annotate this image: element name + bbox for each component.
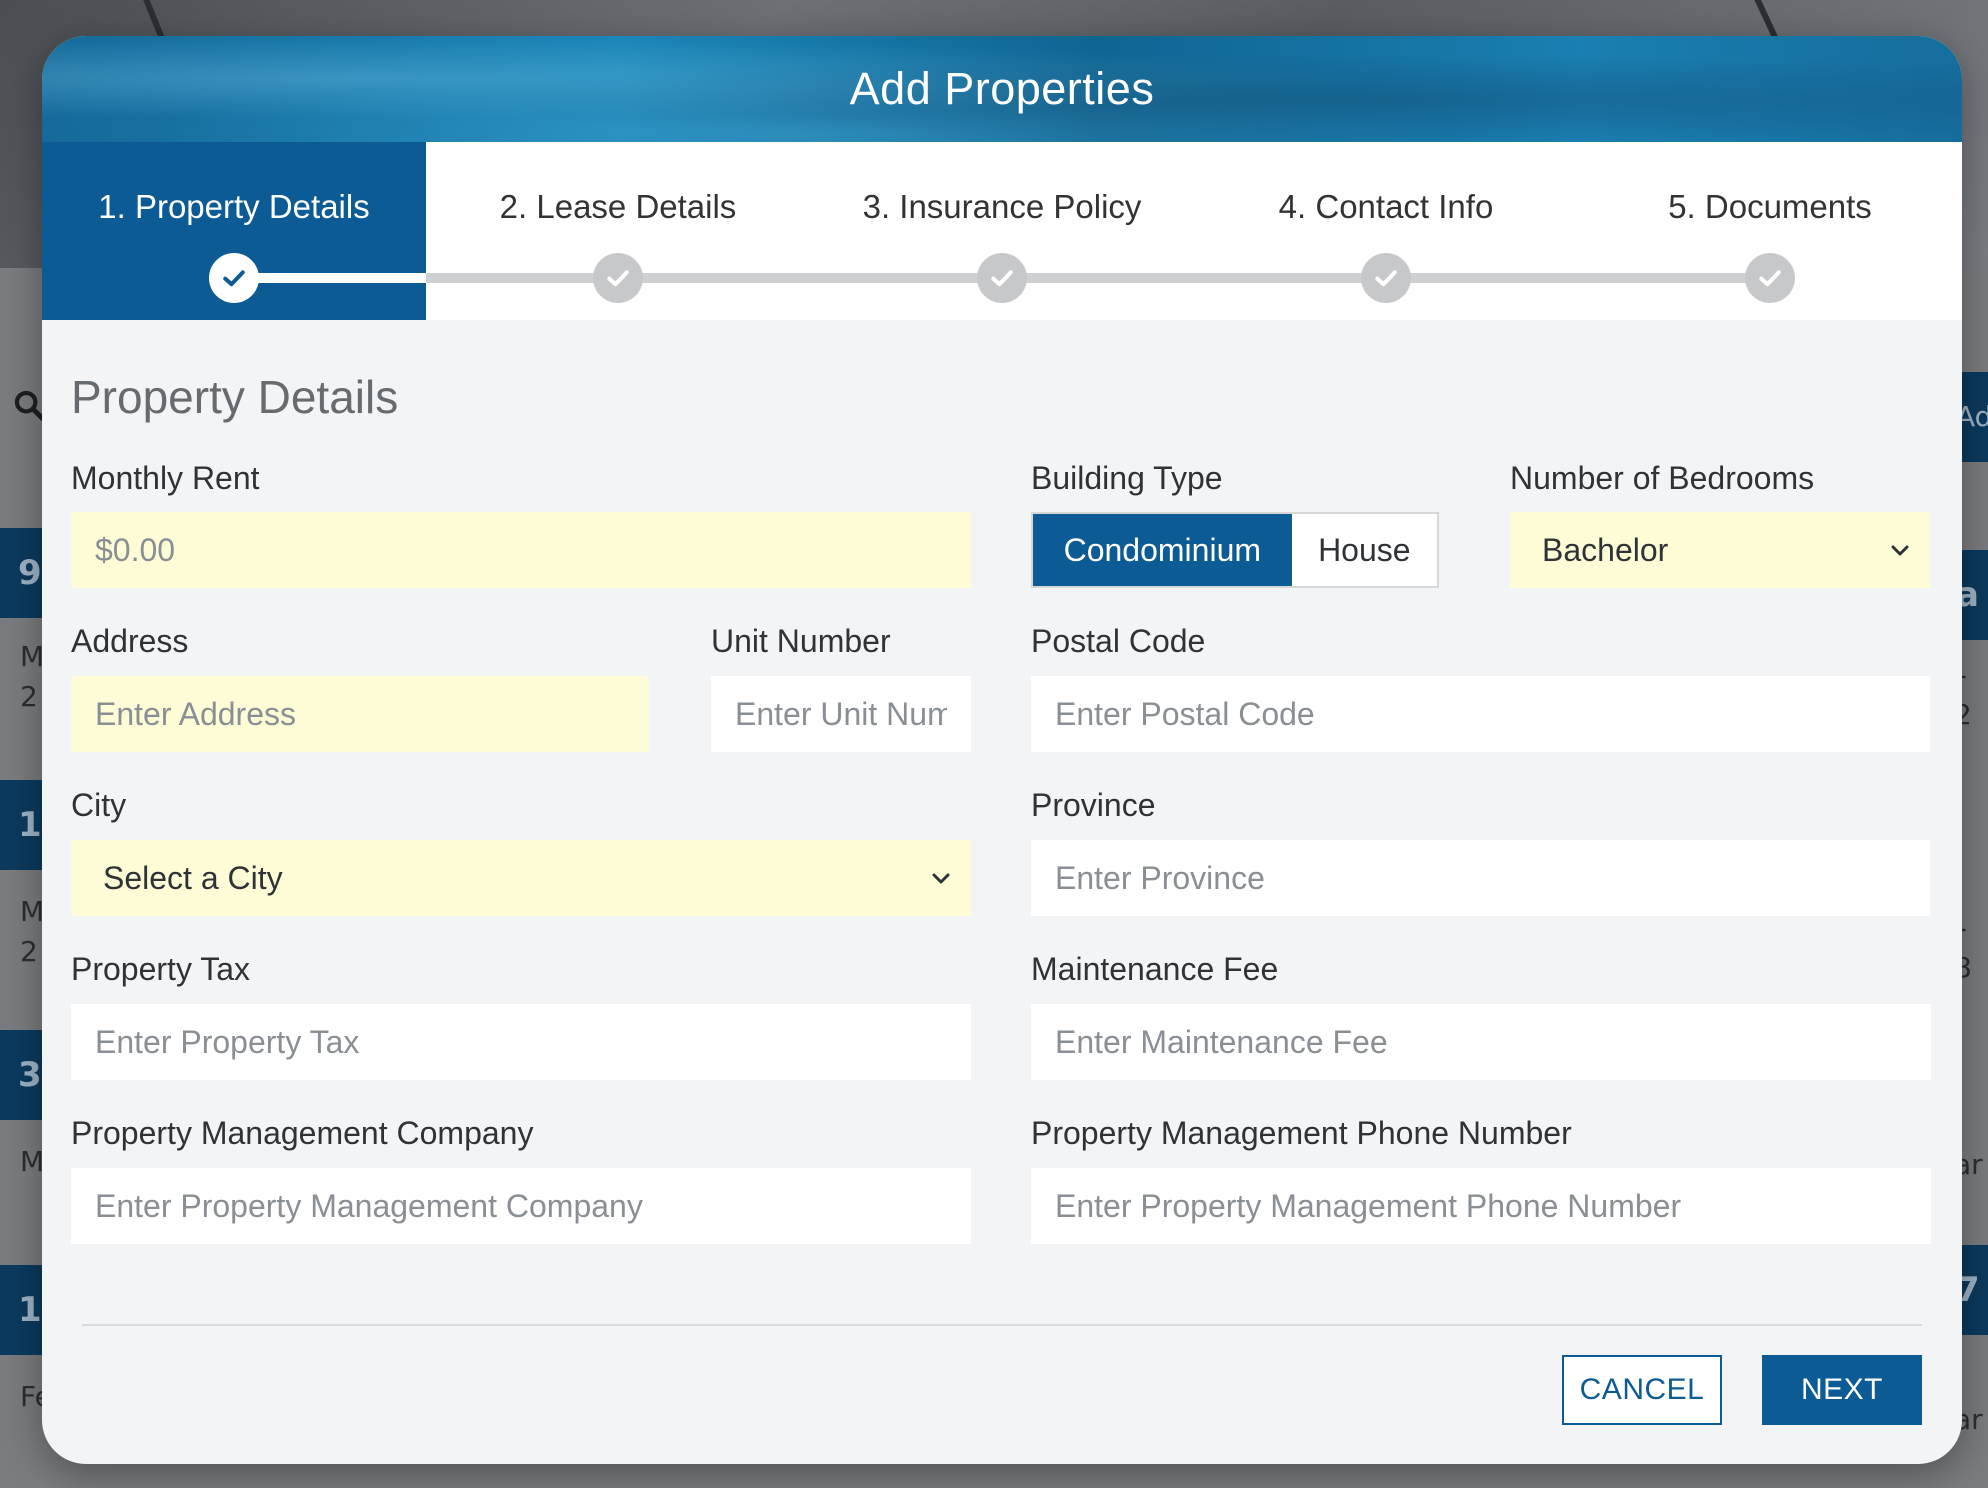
monthly-rent-input[interactable]	[71, 512, 971, 588]
step-check-icon	[209, 253, 259, 303]
step-label: 4. Contact Info	[1278, 188, 1494, 225]
step-documents[interactable]: 5. Documents	[1578, 142, 1962, 320]
step-lease-details[interactable]: 2. Lease Details	[426, 142, 810, 320]
search-icon	[14, 390, 46, 422]
monthly-rent-label: Monthly Rent	[71, 460, 260, 496]
condominium-option[interactable]: Condominium	[1033, 514, 1292, 586]
background-row-text: M	[20, 1145, 45, 1178]
wizard-stepper: 1. Property Details 2. Lease Details 3. …	[42, 142, 1962, 320]
property-tax-label: Property Tax	[71, 951, 251, 987]
section-title: Property Details	[71, 371, 399, 423]
modal-title: Add Properties	[849, 63, 1155, 114]
postal-code-input[interactable]	[1031, 676, 1930, 752]
address-input[interactable]	[71, 676, 649, 752]
city-select[interactable]: Select a City	[71, 840, 971, 916]
house-option[interactable]: House	[1292, 514, 1437, 586]
background-row-text: 2	[20, 680, 38, 713]
footer-divider	[82, 1324, 1922, 1326]
next-button[interactable]: NEXT	[1762, 1355, 1922, 1425]
bedrooms-select[interactable]: Bachelor	[1510, 512, 1930, 588]
step-label: 2. Lease Details	[499, 188, 737, 225]
unit-number-label: Unit Number	[711, 623, 891, 659]
background-row-text: 2	[20, 935, 38, 968]
step-property-details[interactable]: 1. Property Details	[42, 142, 426, 320]
pm-phone-input[interactable]	[1031, 1168, 1931, 1244]
add-properties-modal: Add Properties 1. Property Details 2. Le…	[42, 36, 1962, 1464]
bedrooms-label: Number of Bedrooms	[1510, 460, 1815, 496]
step-check-icon	[1745, 253, 1795, 303]
cancel-button[interactable]: CANCEL	[1562, 1355, 1722, 1425]
property-tax-input[interactable]	[71, 1004, 971, 1080]
building-type-toggle: Condominium House	[1031, 512, 1439, 588]
unit-number-input[interactable]	[711, 676, 971, 752]
modal-header: Add Properties	[42, 36, 1962, 142]
step-check-icon	[1361, 253, 1411, 303]
building-type-label: Building Type	[1031, 460, 1223, 496]
city-selected-value: Select a City	[103, 859, 283, 896]
chevron-down-icon	[932, 873, 950, 884]
maintenance-fee-label: Maintenance Fee	[1031, 951, 1279, 987]
city-label: City	[71, 787, 127, 823]
pm-company-label: Property Management Company	[71, 1115, 534, 1151]
province-input[interactable]	[1031, 840, 1930, 916]
step-check-icon	[977, 253, 1027, 303]
postal-code-label: Postal Code	[1031, 623, 1206, 659]
chevron-down-icon	[1891, 545, 1909, 556]
property-details-form: Property Details Monthly Rent Building T…	[42, 320, 1962, 1464]
step-contact-info[interactable]: 4. Contact Info	[1194, 142, 1578, 320]
background-row-text: M	[20, 640, 45, 673]
maintenance-fee-input[interactable]	[1031, 1004, 1931, 1080]
background-row-text: M	[20, 895, 45, 928]
province-label: Province	[1031, 787, 1156, 823]
step-check-icon	[593, 253, 643, 303]
step-label: 1. Property Details	[98, 188, 370, 225]
step-insurance-policy[interactable]: 3. Insurance Policy	[810, 142, 1194, 320]
bedrooms-selected-value: Bachelor	[1542, 531, 1669, 568]
pm-company-input[interactable]	[71, 1168, 971, 1244]
pm-phone-label: Property Management Phone Number	[1031, 1115, 1572, 1151]
step-label: 5. Documents	[1668, 188, 1872, 225]
step-label: 3. Insurance Policy	[862, 188, 1142, 225]
address-label: Address	[71, 623, 189, 659]
